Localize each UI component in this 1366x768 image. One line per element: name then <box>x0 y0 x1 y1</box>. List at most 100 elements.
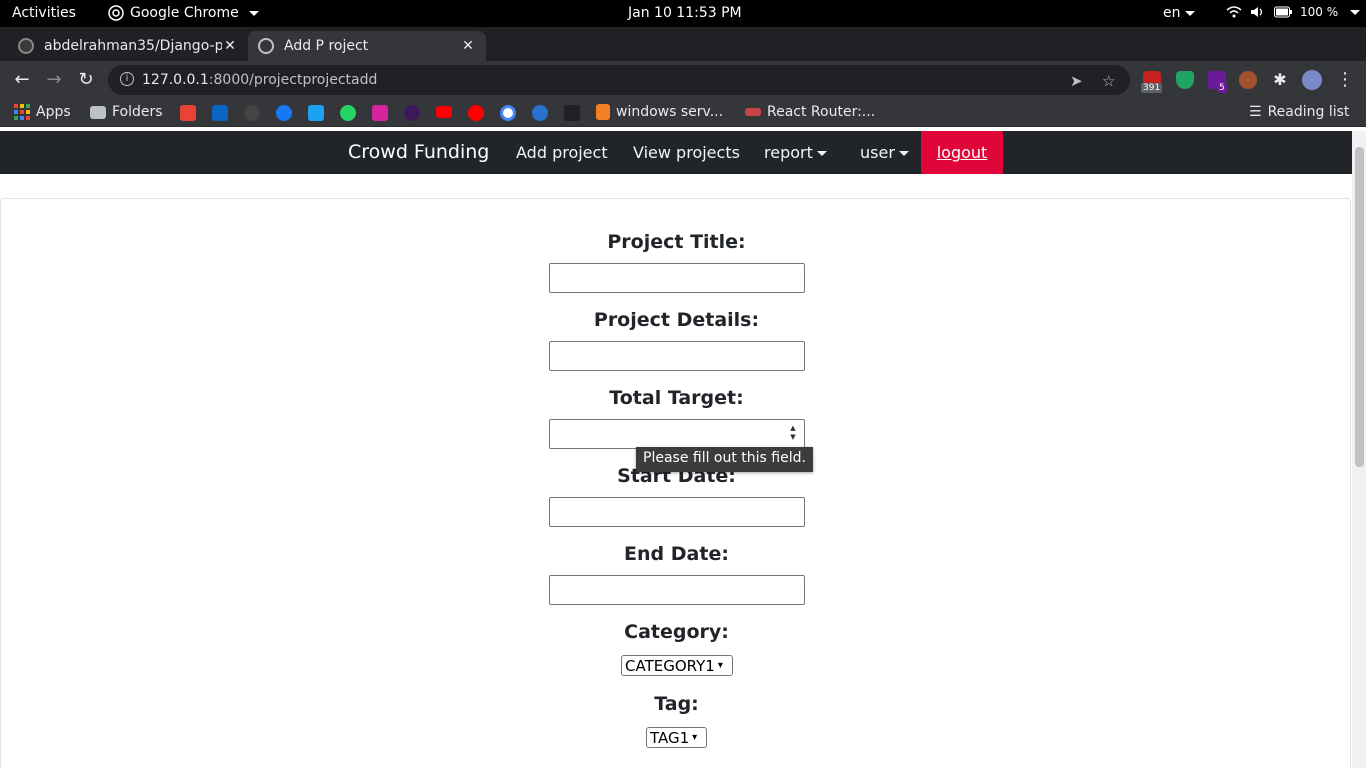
star-icon[interactable]: ☆ <box>1102 72 1115 90</box>
chevron-down-icon: ▾ <box>717 660 723 671</box>
logout-button[interactable]: logout <box>921 131 1003 174</box>
total-target-label: Total Target: <box>609 387 744 409</box>
clock[interactable]: Jan 10 11:53 PM <box>628 5 742 21</box>
navbar-brand[interactable]: Crowd Funding <box>348 141 489 163</box>
youtube-icon[interactable] <box>436 106 452 118</box>
chevron-down-icon <box>248 10 259 16</box>
chevron-down-icon <box>816 151 827 156</box>
app-menu-label: Google Chrome <box>130 5 239 21</box>
extension-badge: 5 <box>1217 83 1227 93</box>
system-tray[interactable]: 100 % <box>1226 5 1361 19</box>
bookmarks-bar: Apps Folders windows serv... React Route… <box>0 99 1366 127</box>
github-icon <box>18 38 34 54</box>
number-spinner[interactable]: ▲ ▼ <box>788 424 798 442</box>
end-date-label: End Date: <box>624 543 729 565</box>
apps-grid-icon <box>14 104 30 120</box>
shield-extension-icon[interactable] <box>1176 71 1194 89</box>
bookmark-windows[interactable]: windows serv... <box>596 104 723 120</box>
gmail-icon[interactable] <box>180 105 196 121</box>
gmail-badge: 391 <box>1141 83 1163 93</box>
volume-icon <box>1251 7 1263 17</box>
chrome-icon <box>108 5 124 21</box>
page-scrollbar[interactable] <box>1352 131 1366 768</box>
tab-strip: abdelrahman35/Django-p ✕ Add P roject ✕ … <box>0 27 1366 82</box>
close-icon[interactable]: ✕ <box>222 38 238 54</box>
add-project-form-card: Project Title: Project Details: Total Ta… <box>0 198 1351 768</box>
start-date-input[interactable] <box>549 497 805 527</box>
project-title-input[interactable] <box>549 263 805 293</box>
site-navbar: Crowd Funding Add project View projects … <box>0 131 1352 174</box>
activities-button[interactable]: Activities <box>12 5 76 21</box>
youtube-music-icon[interactable] <box>468 105 484 121</box>
facebook-icon[interactable] <box>276 105 292 121</box>
instagram-icon[interactable] <box>372 105 388 121</box>
google-icon[interactable] <box>500 105 516 121</box>
bookmark-windows-label: windows serv... <box>616 104 724 120</box>
coursera-icon[interactable] <box>532 105 548 121</box>
send-icon[interactable]: ➤ <box>1070 72 1083 90</box>
tag-value: TAG1 <box>650 728 690 747</box>
twitter-icon[interactable] <box>308 105 324 121</box>
nav-view-projects[interactable]: View projects <box>633 143 740 162</box>
chevron-down-icon <box>1184 10 1195 16</box>
validation-tooltip: Please fill out this field. <box>636 447 813 472</box>
tag-select[interactable]: TAG1 ▾ <box>646 727 707 748</box>
scrollbar-thumb[interactable] <box>1355 147 1364 467</box>
forward-button[interactable]: → <box>42 69 66 90</box>
react-router-icon <box>745 108 761 116</box>
bookmark-react-label: React Router:... <box>767 104 876 120</box>
tab-label: abdelrahman35/Django-p <box>44 38 222 54</box>
tag-label: Tag: <box>654 693 699 715</box>
battery-icon <box>1274 6 1292 18</box>
category-select[interactable]: CATEGORY1 ▾ <box>621 655 733 676</box>
reading-list-icon: ☰ <box>1249 104 1262 120</box>
reading-list-button[interactable]: ☰ Reading list <box>1249 104 1349 120</box>
reload-button[interactable]: ↻ <box>74 69 98 90</box>
language-selector[interactable]: en <box>1163 5 1195 21</box>
battery-percent: 100 % <box>1300 5 1339 19</box>
project-details-label: Project Details: <box>593 309 760 331</box>
back-button[interactable]: ← <box>10 69 34 90</box>
menu-icon[interactable]: ⋮ <box>1333 69 1357 90</box>
language-label: en <box>1163 5 1181 21</box>
chevron-down-icon <box>898 151 909 156</box>
chevron-down-icon <box>1350 9 1361 15</box>
nav-report-dropdown[interactable]: report <box>764 143 827 162</box>
bookmark-folders[interactable]: Folders <box>90 104 163 120</box>
end-date-input[interactable] <box>549 575 805 605</box>
app-menu[interactable]: Google Chrome <box>108 5 259 21</box>
tab-add-project[interactable]: Add P roject ✕ <box>248 31 486 61</box>
tab-label: Add P roject <box>284 38 369 54</box>
nav-user-dropdown[interactable]: user <box>860 143 909 162</box>
nav-add-project[interactable]: Add project <box>516 143 608 162</box>
wifi-icon <box>1226 6 1242 18</box>
nav-report-label: report <box>764 143 813 162</box>
puzzle-icon[interactable]: ✱ <box>1268 70 1292 89</box>
premier-league-icon[interactable] <box>404 105 420 121</box>
whatsapp-icon[interactable] <box>340 105 356 121</box>
bookmark-apps-label: Apps <box>36 104 71 120</box>
url-host: 127.0.0.1 <box>142 72 209 88</box>
category-value: CATEGORY1 <box>625 656 715 675</box>
stackoverflow-icon <box>596 104 610 120</box>
chevron-down-icon: ▾ <box>692 732 698 743</box>
bookmark-apps[interactable]: Apps <box>14 104 71 120</box>
linkedin-icon[interactable] <box>212 105 228 121</box>
person-extension-icon[interactable] <box>1239 71 1257 89</box>
system-top-bar: Activities Google Chrome Jan 10 11:53 PM… <box>0 0 1366 27</box>
nav-user-label: user <box>860 143 895 162</box>
x-icon[interactable] <box>564 105 580 121</box>
avatar[interactable] <box>1302 70 1322 90</box>
folder-icon <box>90 105 106 119</box>
reading-list-label: Reading list <box>1267 104 1350 120</box>
close-icon[interactable]: ✕ <box>460 38 476 54</box>
github-icon[interactable] <box>244 105 260 121</box>
address-bar[interactable]: i 127.0.0.1:8000/projectprojectadd ➤ ☆ <box>108 65 1130 95</box>
total-target-input[interactable]: ▲ ▼ <box>549 419 805 449</box>
info-icon[interactable]: i <box>120 72 134 86</box>
tab-github[interactable]: abdelrahman35/Django-p ✕ <box>8 31 248 61</box>
browser-toolbar: ← → ↻ i 127.0.0.1:8000/projectprojectadd… <box>0 61 1366 99</box>
bookmark-react-router[interactable]: React Router:... <box>745 104 875 120</box>
project-details-input[interactable] <box>549 341 805 371</box>
project-title-label: Project Title: <box>607 231 746 253</box>
